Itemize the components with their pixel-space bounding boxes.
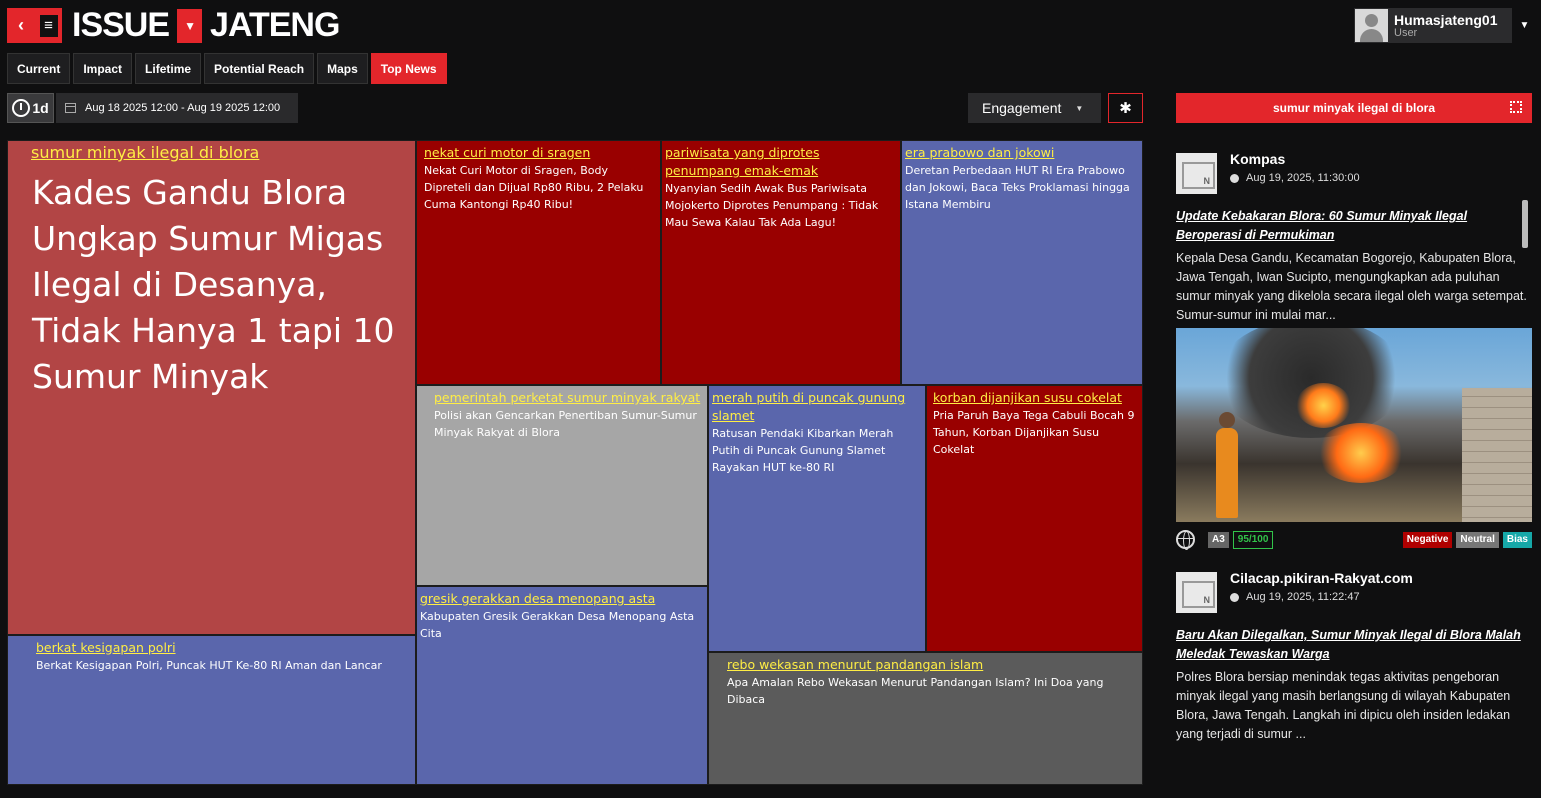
tab-potential-reach[interactable]: Potential Reach: [204, 53, 315, 84]
news-item: Cilacap.pikiran-Rakyat.com Aug 19, 2025,…: [1176, 570, 1532, 744]
logo-left-text: ISSUE: [72, 6, 170, 44]
chevron-down-icon: ▼: [1075, 103, 1084, 113]
period-selector[interactable]: 1d: [7, 93, 54, 123]
treemap-headline: Deretan Perbedaan HUT RI Era Prabowo dan…: [905, 164, 1130, 211]
treemap-keyword-link[interactable]: pariwisata yang diprotes penumpang emak-…: [665, 144, 898, 180]
treemap-headline: Apa Amalan Rebo Wekasan Menurut Pandanga…: [727, 676, 1104, 706]
source-name: Cilacap.pikiran-Rakyat.com: [1230, 570, 1413, 586]
bias-badge: Bias: [1502, 531, 1532, 548]
treemap-cell[interactable]: korban dijanjikan susu cokelat Pria Paru…: [926, 385, 1143, 652]
panel-title: sumur minyak ilegal di blora: [1272, 101, 1436, 115]
back-arrow-icon: ‹: [18, 15, 24, 35]
tab-bar: Current Impact Lifetime Potential Reach …: [7, 53, 447, 84]
treemap-cell[interactable]: era prabowo dan jokowi Deretan Perbedaan…: [901, 140, 1143, 385]
treemap-keyword-link[interactable]: gresik gerakkan desa menopang asta: [420, 590, 705, 608]
back-button[interactable]: ‹: [7, 8, 35, 43]
user-name: Humasjateng01: [1394, 11, 1498, 28]
metric-select[interactable]: Engagement ▼: [968, 93, 1101, 123]
news-time-row: Aug 19, 2025, 11:22:47: [1230, 591, 1413, 603]
news-time: Aug 19, 2025, 11:30:00: [1246, 172, 1360, 184]
treemap-cell[interactable]: nekat curi motor di sragen Nekat Curi Mo…: [416, 140, 661, 385]
treemap-headline: Nyanyian Sedih Awak Bus Pariwisata Mojok…: [665, 182, 879, 229]
news-photo: [1176, 328, 1532, 522]
period-label: 1d: [32, 100, 49, 116]
treemap-cell[interactable]: pemerintah perketat sumur minyak rakyat …: [416, 385, 708, 586]
tab-lifetime[interactable]: Lifetime: [135, 53, 202, 84]
treemap-headline: Kades Gandu Blora Ungkap Sumur Migas Ile…: [32, 173, 395, 396]
treemap-headline: Ratusan Pendaki Kibarkan Merah Putih di …: [712, 427, 894, 474]
user-box[interactable]: Humasjateng01 User: [1354, 8, 1512, 43]
tab-impact[interactable]: Impact: [73, 53, 133, 84]
date-range-text: Aug 18 2025 12:00 - Aug 19 2025 12:00: [85, 102, 281, 114]
treemap-keyword-link[interactable]: pemerintah perketat sumur minyak rakyat: [434, 389, 705, 407]
panel-header: sumur minyak ilegal di blora: [1176, 93, 1532, 123]
tab-maps[interactable]: Maps: [317, 53, 368, 84]
sentiment-negative-badge: Negative: [1402, 531, 1453, 548]
treemap-keyword-link[interactable]: era prabowo dan jokowi: [905, 144, 1140, 162]
treemap-headline: Polisi akan Gencarkan Penertiban Sumur-S…: [434, 409, 697, 439]
date-range-picker[interactable]: Aug 18 2025 12:00 - Aug 19 2025 12:00: [56, 93, 298, 123]
top-bar: ‹ ≡ ISSUE ▼ JATENG Humasjateng01 User ▼: [0, 0, 1541, 50]
news-source-info: Kompas Aug 19, 2025, 11:30:00: [1230, 151, 1360, 184]
source-name: Kompas: [1230, 151, 1286, 167]
treemap-cell[interactable]: rebo wekasan menurut pandangan islam Apa…: [708, 652, 1143, 785]
header-left: ‹ ≡ ISSUE ▼ JATENG: [7, 6, 340, 45]
treemap-keyword-link[interactable]: merah putih di puncak gunung slamet: [712, 389, 923, 425]
news-item: Kompas Aug 19, 2025, 11:30:00 Update Keb…: [1176, 140, 1532, 550]
avatar: [1355, 9, 1388, 42]
region-dropdown-icon[interactable]: ▼: [177, 8, 203, 43]
app-logo: ISSUE ▼ JATENG: [72, 6, 340, 45]
treemap-cell[interactable]: berkat kesigapan polri Berkat Kesigapan …: [7, 635, 416, 785]
clock-icon: [12, 99, 31, 117]
treemap-keyword-link[interactable]: nekat curi motor di sragen: [424, 144, 658, 162]
newspaper-icon: [1176, 153, 1217, 194]
treemap-cell[interactable]: merah putih di puncak gunung slamet Ratu…: [708, 385, 926, 652]
news-time-row: Aug 19, 2025, 11:30:00: [1230, 172, 1360, 184]
gear-icon: ✱: [1119, 100, 1132, 117]
tab-top-news[interactable]: Top News: [370, 53, 447, 84]
treemap-cell[interactable]: sumur minyak ilegal di blora Kades Gandu…: [7, 140, 416, 635]
news-title-link[interactable]: Update Kebakaran Blora: 60 Sumur Minyak …: [1176, 207, 1516, 245]
news-source-row: Cilacap.pikiran-Rakyat.com Aug 19, 2025,…: [1176, 570, 1532, 613]
treemap-headline: Nekat Curi Motor di Sragen, Body Diprete…: [424, 164, 644, 211]
treemap-keyword-link[interactable]: korban dijanjikan susu cokelat: [933, 389, 1140, 407]
news-time: Aug 19, 2025, 11:22:47: [1246, 591, 1360, 603]
news-title-link[interactable]: Baru Akan Dilegalkan, Sumur Minyak Ilega…: [1176, 626, 1532, 664]
score-badge: 95/100: [1232, 530, 1274, 549]
feed-scrollbar[interactable]: [1522, 200, 1528, 248]
calendar-icon: [65, 103, 76, 113]
metric-value: Engagement: [982, 100, 1062, 116]
news-feed: Kompas Aug 19, 2025, 11:30:00 Update Keb…: [1176, 140, 1532, 790]
menu-button[interactable]: ≡: [35, 8, 62, 43]
sentiment-neutral-badge: Neutral: [1456, 531, 1499, 548]
treemap-headline: Kabupaten Gresik Gerakkan Desa Menopang …: [420, 610, 695, 640]
tab-current[interactable]: Current: [7, 53, 71, 84]
treemap-cell[interactable]: pariwisata yang diprotes penumpang emak-…: [661, 140, 901, 385]
globe-icon[interactable]: [1176, 530, 1195, 550]
news-treemap: sumur minyak ilegal di blora Kades Gandu…: [7, 140, 1143, 785]
treemap-keyword-link[interactable]: berkat kesigapan polri: [36, 639, 413, 657]
treemap-headline: Pria Paruh Baya Tega Cabuli Bocah 9 Tahu…: [933, 409, 1135, 456]
news-source-row: Kompas Aug 19, 2025, 11:30:00: [1176, 140, 1532, 194]
news-meta: A3 95/100 Negative Neutral Bias: [1176, 530, 1532, 550]
user-info: Humasjateng01 User: [1394, 13, 1497, 39]
newspaper-icon: [1176, 572, 1217, 613]
tier-badge: A3: [1208, 531, 1229, 548]
news-excerpt: Kepala Desa Gandu, Kecamatan Bogorejo, K…: [1176, 251, 1527, 322]
treemap-keyword-link[interactable]: rebo wekasan menurut pandangan islam: [727, 656, 1140, 674]
news-excerpt: Polres Blora bersiap menindak tegas akti…: [1176, 670, 1511, 741]
chevron-down-icon[interactable]: ▼: [1512, 8, 1537, 43]
clock-icon: [1230, 592, 1239, 602]
treemap-keyword-link[interactable]: sumur minyak ilegal di blora: [31, 144, 413, 162]
user-role: User: [1394, 26, 1418, 39]
expand-icon[interactable]: [1510, 101, 1522, 113]
treemap-headline: Berkat Kesigapan Polri, Puncak HUT Ke-80…: [36, 659, 382, 672]
hamburger-menu-icon: ≡: [37, 12, 60, 39]
logo-right-text: JATENG: [210, 6, 340, 44]
user-menu[interactable]: Humasjateng01 User ▼: [1354, 8, 1537, 43]
clock-icon: [1230, 173, 1239, 183]
settings-button[interactable]: ✱: [1108, 93, 1143, 123]
treemap-cell[interactable]: gresik gerakkan desa menopang asta Kabup…: [416, 586, 708, 785]
news-source-info: Cilacap.pikiran-Rakyat.com Aug 19, 2025,…: [1230, 570, 1413, 603]
